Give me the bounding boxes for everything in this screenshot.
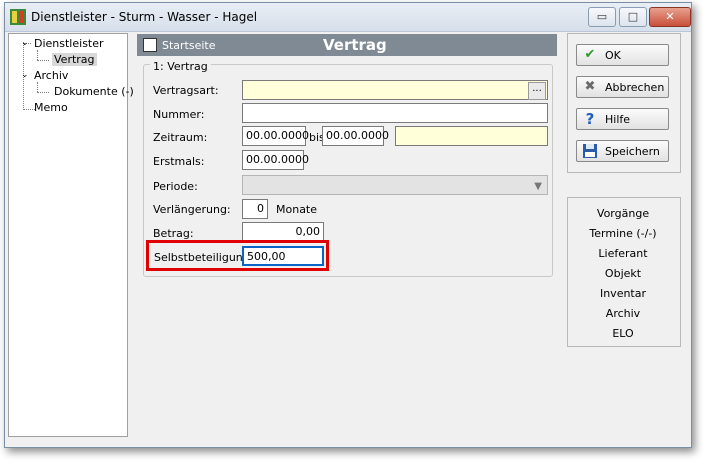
- startseite-checkbox[interactable]: [143, 38, 157, 52]
- nummer-label: Nummer:: [153, 108, 205, 121]
- zeitraum-extra-field[interactable]: [395, 126, 548, 146]
- zeitraum-to-field[interactable]: 00.00.0000: [322, 126, 389, 146]
- tree-item-dokumente[interactable]: Dokumente (-): [54, 85, 134, 98]
- erstmals-label: Erstmals:: [153, 155, 205, 168]
- vertragsart-browse-button[interactable]: ...: [528, 82, 546, 100]
- cross-icon: ✖: [584, 79, 596, 94]
- minimize-button[interactable]: ▭: [588, 7, 616, 27]
- abbrechen-button[interactable]: ✖ Abbrechen: [576, 76, 669, 98]
- nav-item-vorgaenge[interactable]: Vorgänge: [567, 207, 679, 220]
- tree-item-memo[interactable]: Memo: [34, 101, 68, 114]
- chevron-down-icon: ▼: [534, 181, 542, 192]
- abbrechen-button-label: Abbrechen: [605, 81, 665, 94]
- periode-dropdown[interactable]: ▼: [242, 175, 548, 195]
- maximize-button[interactable]: □: [619, 7, 647, 27]
- betrag-field[interactable]: 0,00: [242, 222, 324, 242]
- vertragsart-label: Vertragsart:: [153, 84, 219, 97]
- hilfe-button-label: Hilfe: [605, 113, 631, 126]
- tree-line: [37, 92, 49, 93]
- nav-item-objekt[interactable]: Objekt: [567, 267, 679, 280]
- group-label: 1: Vertrag: [150, 60, 211, 73]
- nummer-field[interactable]: [242, 103, 548, 123]
- page-title: Vertrag: [323, 36, 387, 54]
- nav-item-lieferant[interactable]: Lieferant: [567, 247, 679, 260]
- startseite-label: Startseite: [162, 39, 216, 52]
- vertragsart-field[interactable]: ...: [242, 80, 548, 100]
- periode-label: Periode:: [153, 180, 198, 193]
- tree-item-vertrag[interactable]: Vertrag: [52, 53, 97, 66]
- nav-item-inventar[interactable]: Inventar: [567, 287, 679, 300]
- zeitraum-label: Zeitraum:: [153, 131, 208, 144]
- collapse-icon[interactable]: ⌄: [21, 38, 29, 48]
- navigation-tree: ⌄ Dienstleister Vertrag ⌄ Archiv Dokumen…: [8, 33, 134, 437]
- ok-button[interactable]: ✔ OK: [576, 44, 669, 66]
- nav-item-termine[interactable]: Termine (-/-): [567, 227, 679, 240]
- floppy-icon: [583, 144, 597, 158]
- tree-item-archiv[interactable]: Archiv: [34, 69, 68, 82]
- zeitraum-from-field[interactable]: 00.00.0000: [242, 126, 309, 146]
- question-icon: ?: [585, 110, 595, 128]
- erstmals-field[interactable]: 00.00.0000: [242, 150, 309, 170]
- tree-line: [37, 50, 38, 60]
- title-bar: Dienstleister - Sturm - Wasser - Hagel ▭…: [5, 3, 691, 32]
- ok-button-label: OK: [605, 49, 621, 62]
- betrag-label: Betrag:: [153, 227, 194, 240]
- selbstbeteiligung-field[interactable]: 500,00: [242, 246, 324, 266]
- tree-line: [37, 60, 49, 61]
- tree-item-dienstleister[interactable]: Dienstleister: [34, 37, 104, 50]
- verlaengerung-field[interactable]: 0: [242, 199, 268, 219]
- selbstbeteiligung-label: Selbstbeteiligung:: [154, 251, 254, 264]
- app-icon: [10, 9, 26, 25]
- speichern-button-label: Speichern: [605, 145, 660, 158]
- verlaengerung-label: Verlängerung:: [153, 203, 231, 216]
- hilfe-button[interactable]: ? Hilfe: [576, 108, 669, 130]
- collapse-icon[interactable]: ⌄: [21, 70, 29, 80]
- tree-line: [37, 82, 38, 92]
- check-icon: ✔: [584, 47, 596, 62]
- nav-item-archiv[interactable]: Archiv: [567, 307, 679, 320]
- nav-item-elo[interactable]: ELO: [567, 327, 679, 340]
- form-header: Startseite Vertrag: [137, 34, 557, 56]
- monate-label: Monate: [276, 203, 318, 216]
- window-title: Dienstleister - Sturm - Wasser - Hagel: [31, 10, 258, 24]
- speichern-button[interactable]: Speichern: [576, 140, 669, 162]
- close-button[interactable]: ✕: [649, 7, 691, 27]
